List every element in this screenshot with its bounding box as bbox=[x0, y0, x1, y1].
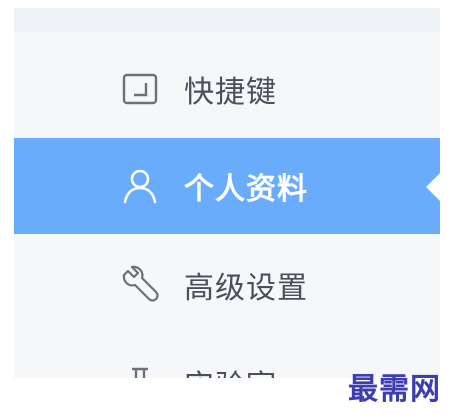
user-icon bbox=[118, 164, 162, 208]
wrench-icon bbox=[118, 263, 162, 307]
menu-item-label: 实验室 bbox=[184, 361, 277, 378]
menu-item-label: 个人资料 bbox=[184, 172, 308, 207]
settings-sidebar: 快捷键 个人资料 高级设置 实验室 bbox=[14, 8, 440, 378]
menu-item-advanced-settings[interactable]: 高级设置 bbox=[14, 238, 440, 332]
active-item-pointer bbox=[426, 173, 440, 201]
watermark: 最需网 bbox=[348, 372, 441, 407]
menu-item-profile[interactable]: 个人资料 bbox=[14, 138, 440, 234]
menu-item-shortcuts[interactable]: 快捷键 bbox=[14, 42, 440, 136]
menu-item-label: 快捷键 bbox=[184, 75, 277, 110]
flask-icon bbox=[118, 361, 162, 378]
keyboard-shortcut-icon bbox=[118, 67, 162, 111]
sidebar-top-strip bbox=[14, 8, 440, 32]
menu-item-label: 高级设置 bbox=[184, 271, 308, 306]
